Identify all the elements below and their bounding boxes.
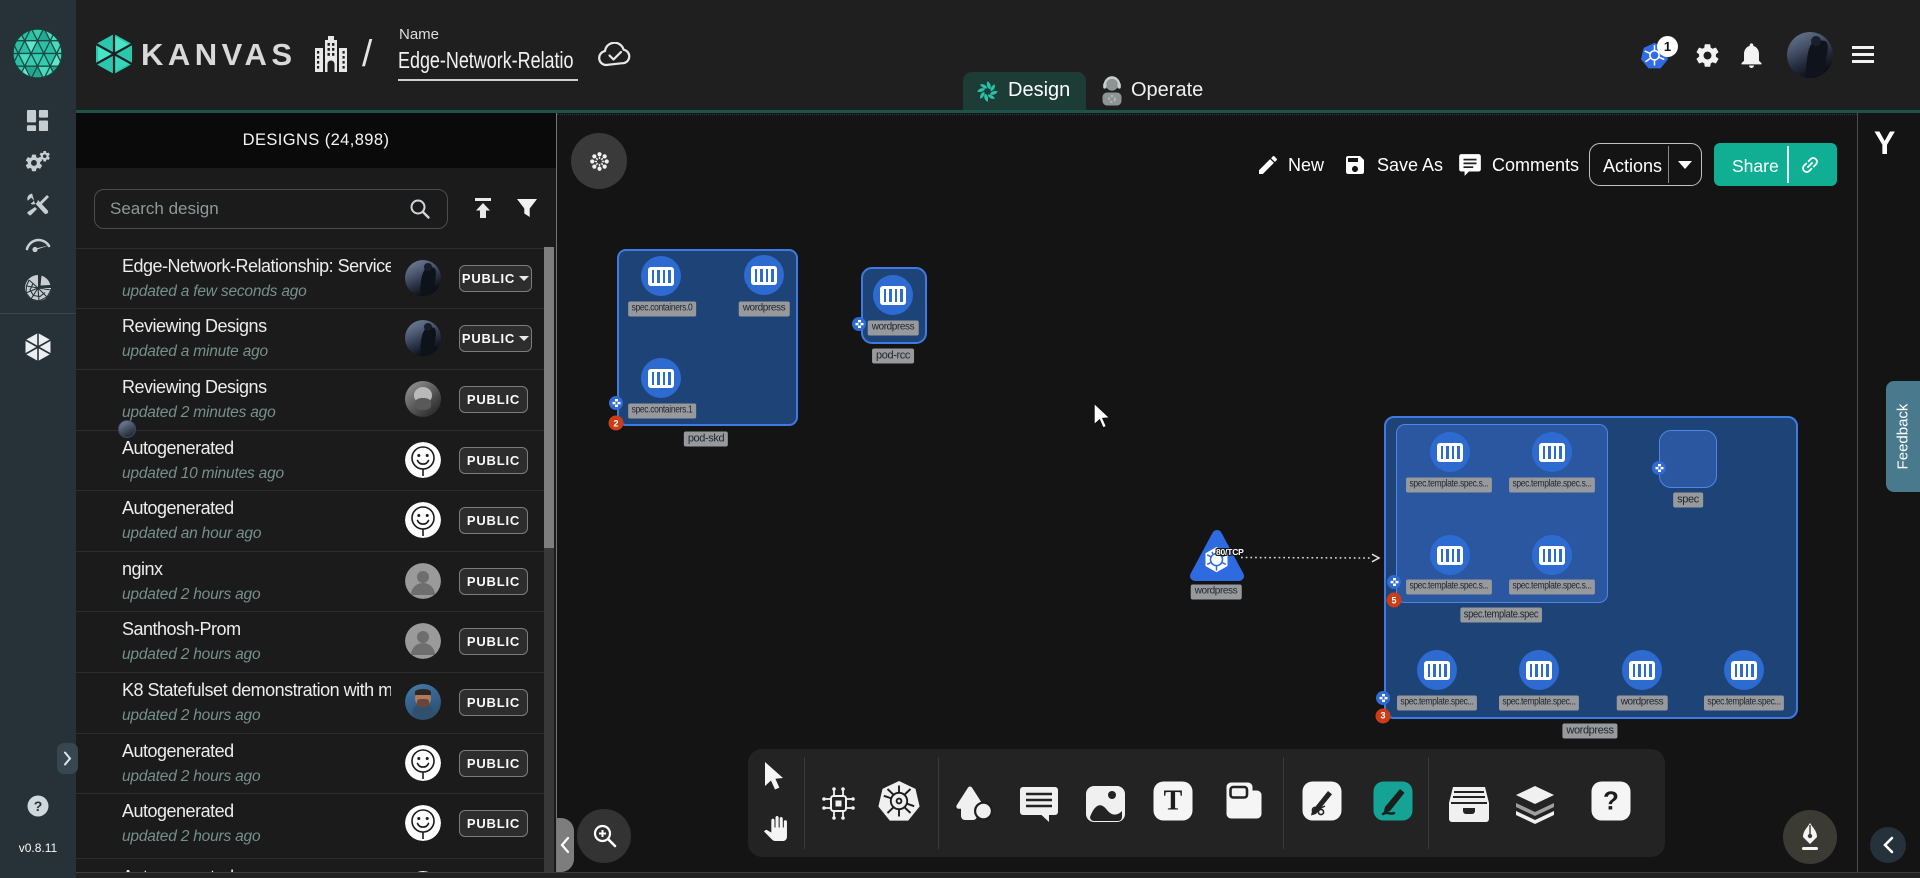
svg-text:?: ?	[34, 798, 43, 814]
